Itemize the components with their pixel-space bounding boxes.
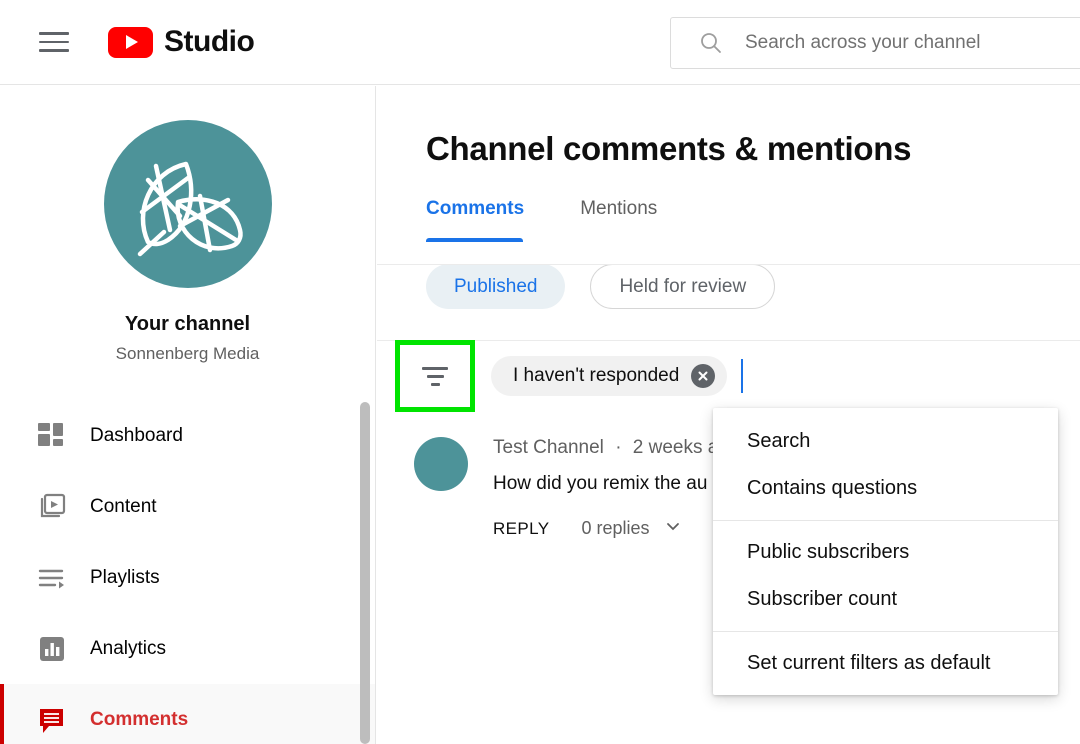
menu-item-search[interactable]: Search — [713, 418, 1058, 465]
analytics-bar-chart-icon — [36, 633, 68, 665]
hamburger-line — [39, 49, 69, 52]
commenter-name[interactable]: Test Channel — [493, 437, 604, 458]
filter-text-caret — [741, 359, 744, 393]
comment-text: How did you remix the au — [493, 473, 708, 494]
meta-separator: · — [615, 437, 622, 458]
menu-item-set-current-filters-as-default[interactable]: Set current filters as default — [713, 640, 1058, 687]
sidebar-item-playlists[interactable]: Playlists — [0, 542, 375, 613]
sidebar-item-dashboard[interactable]: Dashboard — [0, 400, 375, 471]
sidebar-item-analytics[interactable]: Analytics — [0, 613, 375, 684]
search-input[interactable] — [745, 32, 1080, 54]
dashboard-icon — [36, 420, 68, 452]
sidebar-item-comments[interactable]: Comments — [0, 684, 375, 744]
page-title: Channel comments & mentions — [426, 130, 912, 167]
hamburger-line — [39, 32, 69, 35]
comment-timestamp: 2 weeks a — [632, 437, 719, 458]
hamburger-icon[interactable] — [36, 24, 72, 60]
filter-line — [426, 374, 444, 378]
comment-meta: Test Channel · 2 weeks a — [493, 437, 718, 459]
filter-line — [422, 366, 448, 370]
chip-published[interactable]: Published — [426, 264, 566, 309]
sidebar-scrollbar[interactable] — [360, 402, 370, 744]
search-icon — [699, 31, 723, 55]
close-circle-icon[interactable] — [691, 364, 716, 388]
sidebar-item-label: Analytics — [90, 637, 167, 659]
youtube-studio-app: Studio Search across your channel Your c… — [0, 0, 1080, 744]
menu-divider — [713, 520, 1058, 521]
comments-bubble-icon — [36, 704, 68, 736]
chip-held-for-review[interactable]: Held for review — [590, 264, 776, 309]
sidebar-item-content[interactable]: Content — [0, 471, 375, 542]
sidebar-nav: Dashboard Content Playlists Analytics Co… — [0, 400, 375, 744]
sidebar-item-label: Dashboard — [90, 424, 183, 446]
hamburger-line — [39, 40, 69, 44]
sidebar-item-label: Playlists — [90, 566, 160, 588]
sidebar-item-label: Content — [90, 495, 157, 517]
tab-bar: Comments Mentions — [426, 198, 1080, 242]
search-bar[interactable] — [670, 17, 1080, 69]
comment-body: Test Channel · 2 weeks a How did you rem… — [493, 425, 718, 540]
replies-count-label: 0 replies — [581, 518, 650, 538]
filter-bar: I haven't responded — [377, 340, 1080, 412]
filter-line — [430, 382, 440, 386]
channel-name: Sonnenberg Media — [115, 344, 260, 363]
active-filter-label: I haven't responded — [513, 365, 680, 386]
chevron-down-icon — [664, 517, 682, 540]
replies-toggle[interactable]: 0 replies — [582, 517, 682, 540]
youtube-logo-icon — [108, 26, 153, 58]
menu-item-subscriber-count[interactable]: Subscriber count — [713, 576, 1058, 623]
play-triangle-icon — [126, 35, 138, 49]
filter-dropdown-menu: Search Contains questions Public subscri… — [713, 408, 1058, 695]
top-bar: Studio — [0, 0, 1080, 85]
your-channel-label: Your channel — [124, 313, 251, 335]
filter-lines-icon — [422, 366, 448, 386]
channel-avatar-leaf-icon[interactable] — [103, 120, 272, 288]
tab-comments[interactable]: Comments — [426, 198, 524, 242]
commenter-avatar[interactable] — [414, 437, 468, 491]
brand-text: Studio — [164, 25, 255, 58]
menu-divider — [713, 631, 1058, 632]
comment-actions: REPLY 0 replies — [493, 517, 718, 540]
sidebar: Your channel Sonnenberg Media Dashboard — [0, 86, 376, 744]
menu-item-public-subscribers[interactable]: Public subscribers — [713, 529, 1058, 576]
studio-logo[interactable]: Studio — [108, 25, 255, 59]
channel-block: Your channel Sonnenberg Media — [0, 86, 375, 364]
content-video-icon — [36, 491, 68, 523]
status-chips: Published Held for review — [426, 264, 1080, 309]
active-filter-chip[interactable]: I haven't responded — [491, 356, 728, 396]
filter-button[interactable] — [395, 340, 475, 412]
tabs-divider — [377, 264, 1080, 265]
menu-item-contains-questions[interactable]: Contains questions — [713, 465, 1058, 512]
playlists-icon — [36, 562, 68, 594]
reply-button[interactable]: REPLY — [493, 519, 550, 539]
sidebar-item-label: Comments — [90, 708, 189, 730]
tab-mentions[interactable]: Mentions — [580, 198, 657, 242]
